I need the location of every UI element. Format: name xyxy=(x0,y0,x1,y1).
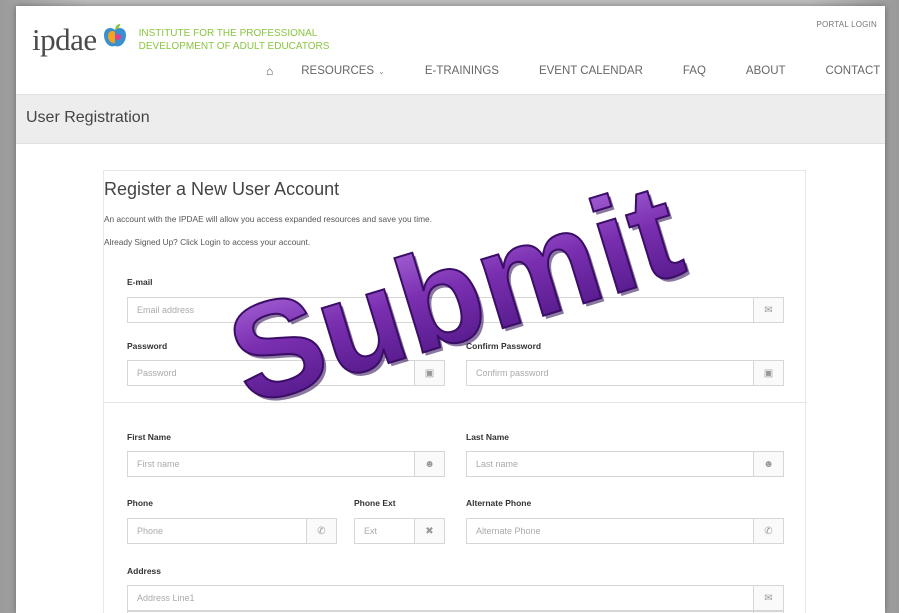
address-line1-placeholder: Address Line1 xyxy=(137,593,195,603)
nav-resources-label: RESOURCES xyxy=(301,65,375,77)
lock-icon: ▣ xyxy=(414,361,444,385)
last-name-label: Last Name xyxy=(466,432,509,442)
alt-phone-placeholder: Alternate Phone xyxy=(476,526,541,536)
phone-ext-label: Phone Ext xyxy=(354,498,396,508)
alt-phone-field[interactable]: Alternate Phone ✆ xyxy=(466,518,784,544)
logo-apple-icon xyxy=(103,24,126,47)
first-name-label: First Name xyxy=(127,432,171,442)
nav-about[interactable]: ABOUT xyxy=(746,65,786,77)
phone-icon: ✆ xyxy=(753,519,783,543)
form-intro-text: An account with the IPDAE will allow you… xyxy=(104,214,432,224)
password-field[interactable]: Password ▣ xyxy=(127,360,445,386)
last-name-field[interactable]: Last name ☻ xyxy=(466,451,784,477)
email-placeholder: Email address xyxy=(137,305,195,315)
nav-e-trainings[interactable]: E-TRAININGS xyxy=(425,65,499,77)
phone-ext-placeholder: Ext xyxy=(364,526,378,536)
first-name-field[interactable]: First name ☻ xyxy=(127,451,445,477)
tagline-line2: DEVELOPMENT OF ADULT EDUCATORS xyxy=(138,41,330,52)
chevron-down-icon: ⌄ xyxy=(378,67,385,76)
tagline-line1: INSTITUTE FOR THE PROFESSIONAL xyxy=(138,28,318,39)
address-line1-field[interactable]: Address Line1 ✉ xyxy=(127,585,784,611)
portal-login-link[interactable]: PORTAL LOGIN xyxy=(817,20,878,29)
home-icon[interactable]: ⌂ xyxy=(266,64,273,78)
password-label: Password xyxy=(127,341,168,351)
logo-tagline: INSTITUTE FOR THE PROFESSIONAL DEVELOPME… xyxy=(139,27,339,53)
confirm-password-placeholder: Confirm password xyxy=(476,368,549,378)
phone-field[interactable]: Phone ✆ xyxy=(127,518,337,544)
lock-icon: ▣ xyxy=(753,361,783,385)
user-icon: ☻ xyxy=(414,452,444,476)
slide: ipdae INSTITUTE FOR THE PROFESSIONAL DEV… xyxy=(16,6,885,613)
confirm-password-field[interactable]: Confirm password ▣ xyxy=(466,360,784,386)
nav-event-calendar[interactable]: EVENT CALENDAR xyxy=(539,65,643,77)
nav-resources[interactable]: RESOURCES ⌄ xyxy=(301,65,385,77)
email-label: E-mail xyxy=(127,277,153,287)
confirm-password-label: Confirm Password xyxy=(466,341,542,351)
close-icon: ✖ xyxy=(414,519,444,543)
phone-label: Phone xyxy=(127,498,153,508)
phone-placeholder: Phone xyxy=(137,526,164,536)
first-name-placeholder: First name xyxy=(137,459,180,469)
registration-panel: Register a New User Account An account w… xyxy=(103,170,807,613)
alt-phone-label: Alternate Phone xyxy=(466,498,532,508)
phone-ext-field[interactable]: Ext ✖ xyxy=(354,518,445,544)
nav-contact[interactable]: CONTACT xyxy=(826,65,881,77)
logo-wordmark: ipdae xyxy=(32,22,97,57)
section-divider xyxy=(104,402,807,403)
envelope-icon: ✉ xyxy=(753,586,783,610)
main-nav: ⌂ RESOURCES ⌄ E-TRAININGS EVENT CALENDAR … xyxy=(266,64,880,78)
email-field[interactable]: Email address ✉ xyxy=(127,297,784,323)
nav-faq[interactable]: FAQ xyxy=(683,65,706,77)
envelope-icon: ✉ xyxy=(753,298,783,322)
page-title-band: User Registration xyxy=(16,94,885,144)
last-name-placeholder: Last name xyxy=(476,459,519,469)
phone-icon: ✆ xyxy=(306,519,336,543)
address-label: Address xyxy=(127,566,162,576)
page-title: User Registration xyxy=(26,109,150,126)
password-placeholder: Password xyxy=(137,368,177,378)
form-heading: Register a New User Account xyxy=(104,179,340,199)
user-icon: ☻ xyxy=(753,452,783,476)
site-logo[interactable]: ipdae INSTITUTE FOR THE PROFESSIONAL DEV… xyxy=(32,20,339,60)
form-login-hint: Already Signed Up? Click Login to access… xyxy=(104,237,311,247)
